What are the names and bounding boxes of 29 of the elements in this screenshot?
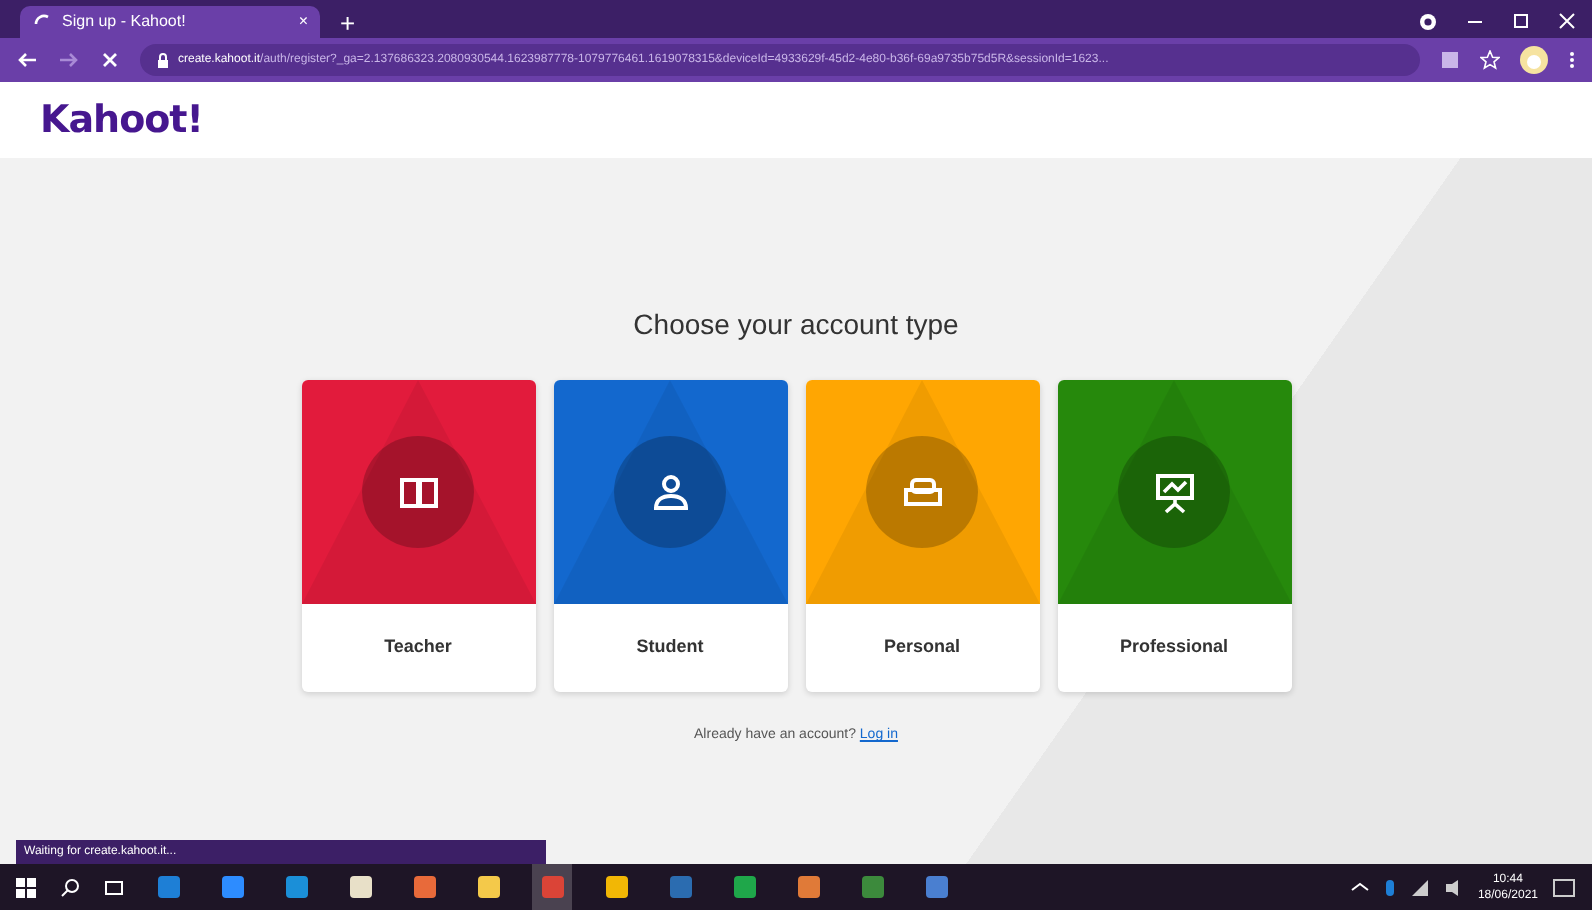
chevron-icon[interactable] [1349,881,1370,893]
page-heading: Choose your account type [633,306,959,344]
avatar-icon[interactable] [1520,46,1548,74]
account-type-card[interactable]: Teacher [301,380,535,692]
task-view-icon[interactable] [104,877,124,897]
presentation-icon [1151,469,1197,515]
close-icon[interactable] [1558,12,1576,32]
account-type-card[interactable]: Personal [805,380,1039,692]
new-tab-button[interactable]: + [332,10,364,38]
close-tab-button[interactable]: × [298,10,308,34]
network-icon[interactable] [1409,877,1430,897]
notification-icon[interactable] [1552,877,1576,897]
speaker-icon[interactable] [1443,877,1464,897]
profile-icon[interactable] [1418,12,1438,32]
bluetooth-icon[interactable] [1383,877,1396,897]
stop-icon[interactable] [100,50,120,70]
maximize-icon[interactable] [1512,12,1530,32]
lock-icon [156,51,170,69]
forward-icon[interactable] [58,50,80,70]
back-icon[interactable] [16,50,38,70]
account-type-card[interactable]: Professional [1057,380,1291,692]
start-icon[interactable] [16,877,36,897]
star-icon[interactable] [1480,50,1500,70]
menu-icon[interactable] [1568,50,1576,70]
tab-title: Sign up - Kahoot! [62,10,188,34]
search-icon[interactable] [60,877,80,897]
browser-tab[interactable]: Sign up - Kahoot! × [20,6,320,38]
account-type-card[interactable]: Student [553,380,787,692]
kahoot-logo[interactable]: Kahoot! [40,91,203,149]
